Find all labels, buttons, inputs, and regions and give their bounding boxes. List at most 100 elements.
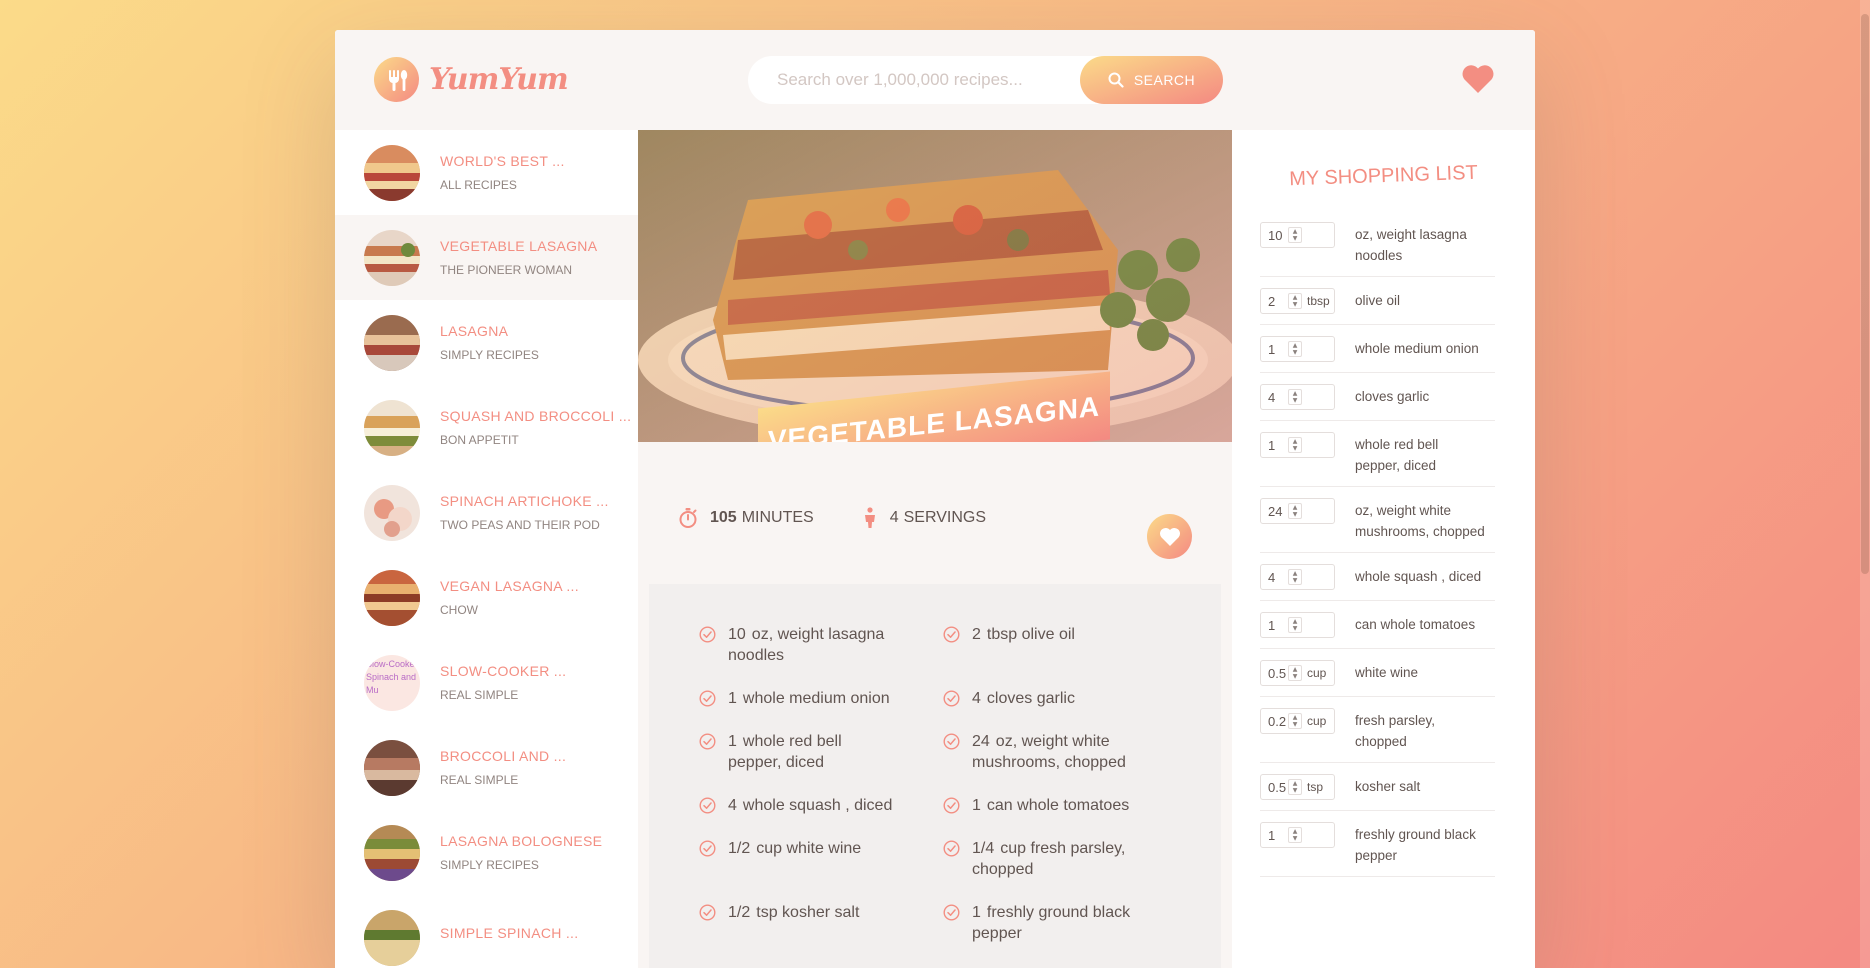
shopping-item: 2 ▲ ▼ tbsp olive oil bbox=[1260, 277, 1495, 325]
ingredient-description: whole red bell pepper, diced bbox=[728, 733, 842, 771]
ingredient-description: freshly ground black pepper bbox=[972, 904, 1131, 942]
ingredient-quantity: 4 bbox=[972, 690, 981, 707]
recipe-details: 105 MINUTES 4 SERVINGS bbox=[638, 442, 1232, 584]
result-publisher: TWO PEAS AND THEIR POD bbox=[440, 518, 600, 532]
result-item[interactable]: VEGETABLE LASAGNA THE PIONEER WOMAN bbox=[335, 215, 638, 300]
shopping-item-description: olive oil bbox=[1355, 293, 1401, 308]
quantity-value: 4 bbox=[1268, 389, 1276, 405]
quantity-value: 1 bbox=[1268, 827, 1276, 843]
spinner-arrows-icon[interactable]: ▲ ▼ bbox=[1288, 437, 1302, 453]
quantity-stepper[interactable]: 2 ▲ ▼ tbsp bbox=[1260, 288, 1335, 314]
quantity-value: 0.5 bbox=[1268, 779, 1286, 795]
result-item[interactable]: LASAGNA BOLOGNESE SIMPLY RECIPES bbox=[335, 810, 638, 895]
result-item[interactable]: WORLD'S BEST ... ALL RECIPES bbox=[335, 130, 638, 215]
result-item[interactable]: SPINACH ARTICHOKE ... TWO PEAS AND THEIR… bbox=[335, 470, 638, 555]
stopwatch-icon bbox=[679, 508, 697, 528]
shopping-item-description: fresh parsley, chopped bbox=[1355, 713, 1436, 749]
quantity-stepper[interactable]: 0.25▲▼ cup bbox=[1260, 708, 1335, 734]
logo-text: YumYum bbox=[429, 62, 569, 97]
shopping-item: 24 ▲ ▼ oz, weight white mushrooms, chopped bbox=[1260, 487, 1495, 553]
result-publisher: THE PIONEER WOMAN bbox=[440, 263, 573, 277]
ingredient-item: 1/2 cup white wine bbox=[699, 838, 943, 880]
result-publisher: BON APPETIT bbox=[440, 433, 519, 447]
quantity-stepper[interactable]: 1 ▲ ▼ bbox=[1260, 336, 1335, 362]
ingredient-item: 1 whole red bell pepper, diced bbox=[699, 731, 943, 773]
result-item[interactable]: Slow-Cooker Spinach and Mu SLOW-COOKER .… bbox=[335, 640, 638, 725]
search-button[interactable]: SEARCH bbox=[1080, 56, 1223, 104]
spinner-arrows-icon[interactable]: ▲ ▼ bbox=[1288, 227, 1302, 243]
quantity-stepper[interactable]: 1 ▲ ▼ bbox=[1260, 822, 1335, 848]
search-input[interactable] bbox=[748, 70, 1080, 90]
result-title: BROCCOLI AND ... bbox=[440, 748, 567, 764]
shopping-list: MY SHOPPING LIST 10 ▲ ▼ oz, weight lasagna … bbox=[1232, 130, 1535, 968]
spinner-arrows-icon[interactable]: ▲ ▼ bbox=[1288, 779, 1302, 795]
scrollbar-thumb[interactable] bbox=[1861, 14, 1869, 574]
recipe-servings: 4 SERVINGS bbox=[862, 507, 986, 529]
logo[interactable]: YumYum bbox=[374, 57, 569, 102]
quantity-value: 1 bbox=[1268, 437, 1276, 453]
ingredient-item: 1 can whole tomatoes bbox=[943, 795, 1153, 816]
spinner-arrows-icon[interactable]: ▲ ▼ bbox=[1288, 341, 1302, 357]
result-item[interactable]: SQUASH AND BROCCOLI ... BON APPETIT bbox=[335, 385, 638, 470]
spinner-arrows-icon[interactable]: ▲ ▼ bbox=[1288, 713, 1302, 729]
spinner-arrows-icon[interactable]: ▲ ▼ bbox=[1288, 665, 1302, 681]
favorite-button[interactable] bbox=[1147, 514, 1192, 559]
ingredient-description: cup fresh parsley, chopped bbox=[972, 840, 1126, 878]
result-item[interactable]: VEGAN LASAGNA ... CHOW bbox=[335, 555, 638, 640]
spinner-arrows-icon[interactable]: ▲ ▼ bbox=[1288, 569, 1302, 585]
quantity-stepper[interactable]: 24 ▲ ▼ bbox=[1260, 498, 1335, 524]
heart-icon[interactable] bbox=[1461, 64, 1495, 98]
quantity-stepper[interactable]: 10 ▲ ▼ bbox=[1260, 222, 1335, 248]
quantity-value: 10 bbox=[1268, 227, 1283, 243]
ingredient-description: oz, weight white mushrooms, chopped bbox=[972, 733, 1126, 771]
ingredient-quantity: 1/4 bbox=[972, 840, 995, 857]
header: YumYum SEARCH bbox=[335, 30, 1535, 130]
ingredient-quantity: 1/2 bbox=[728, 840, 751, 857]
quantity-stepper[interactable]: 4 ▲ ▼ bbox=[1260, 564, 1335, 590]
quantity-unit: tbsp bbox=[1307, 294, 1330, 308]
person-icon bbox=[864, 507, 875, 528]
check-circle-icon bbox=[943, 904, 960, 921]
ingredient-item: 1/4 cup fresh parsley, chopped bbox=[943, 838, 1153, 880]
page-scrollbar[interactable] bbox=[1860, 0, 1870, 968]
result-publisher: REAL SIMPLE bbox=[440, 773, 519, 787]
shopping-item-description: cloves garlic bbox=[1355, 389, 1430, 404]
result-thumbnail bbox=[364, 144, 420, 201]
spinner-arrows-icon[interactable]: ▲ ▼ bbox=[1288, 293, 1302, 309]
shopping-list-title: MY SHOPPING LIST bbox=[1288, 161, 1479, 191]
app-container: YumYum SEARCH WORLD'S BEST . bbox=[335, 30, 1535, 968]
quantity-stepper[interactable]: 0.5 ▲ ▼ tsp bbox=[1260, 774, 1335, 800]
ingredient-description: whole medium onion bbox=[742, 690, 890, 707]
shopping-item: 1 ▲ ▼ whole red bell pepper, diced bbox=[1260, 421, 1495, 487]
ingredient-quantity: 1 bbox=[728, 690, 737, 707]
check-circle-icon bbox=[699, 797, 716, 814]
ingredient-description: tsp kosher salt bbox=[756, 904, 860, 921]
ingredient-quantity: 1 bbox=[728, 733, 737, 750]
result-title: VEGAN LASAGNA ... bbox=[440, 578, 579, 594]
ingredient-item: 10 oz, weight lasagna noodles bbox=[699, 624, 943, 666]
quantity-value: 1 bbox=[1268, 341, 1276, 357]
result-item[interactable]: BROCCOLI AND ... REAL SIMPLE bbox=[335, 725, 638, 810]
shopping-item: 4 ▲ ▼ whole squash , diced bbox=[1260, 553, 1495, 601]
result-item[interactable]: SIMPLE SPINACH ... bbox=[335, 895, 638, 968]
check-circle-icon bbox=[699, 626, 716, 643]
quantity-stepper[interactable]: 0.5 ▲ ▼ cup bbox=[1260, 660, 1335, 686]
search-form: SEARCH bbox=[748, 56, 1223, 104]
heart-icon bbox=[1159, 527, 1180, 546]
result-item[interactable]: LASAGNA SIMPLY RECIPES bbox=[335, 300, 638, 385]
quantity-stepper[interactable]: 4 ▲ ▼ bbox=[1260, 384, 1335, 410]
spinner-arrows-icon[interactable]: ▲ ▼ bbox=[1288, 503, 1302, 519]
shopping-item: 0.5 ▲ ▼ tsp kosher salt bbox=[1260, 763, 1495, 811]
spinner-arrows-icon[interactable]: ▲ ▼ bbox=[1288, 617, 1302, 633]
quantity-value: 4 bbox=[1268, 569, 1276, 585]
ingredient-item: 1/2 tsp kosher salt bbox=[699, 902, 943, 944]
quantity-stepper[interactable]: 1 ▲ ▼ bbox=[1260, 612, 1335, 638]
recipe-minutes: 105 bbox=[710, 509, 737, 526]
check-circle-icon bbox=[943, 797, 960, 814]
shopping-item: 10 ▲ ▼ oz, weight lasagna noodles bbox=[1260, 211, 1495, 277]
result-thumbnail bbox=[364, 739, 420, 796]
quantity-stepper[interactable]: 1 ▲ ▼ bbox=[1260, 432, 1335, 458]
spinner-arrows-icon[interactable]: ▲ ▼ bbox=[1288, 389, 1302, 405]
spinner-arrows-icon[interactable]: ▲ ▼ bbox=[1288, 827, 1302, 843]
shopping-item: 0.25▲▼ cup fresh parsley, chopped bbox=[1260, 697, 1495, 763]
